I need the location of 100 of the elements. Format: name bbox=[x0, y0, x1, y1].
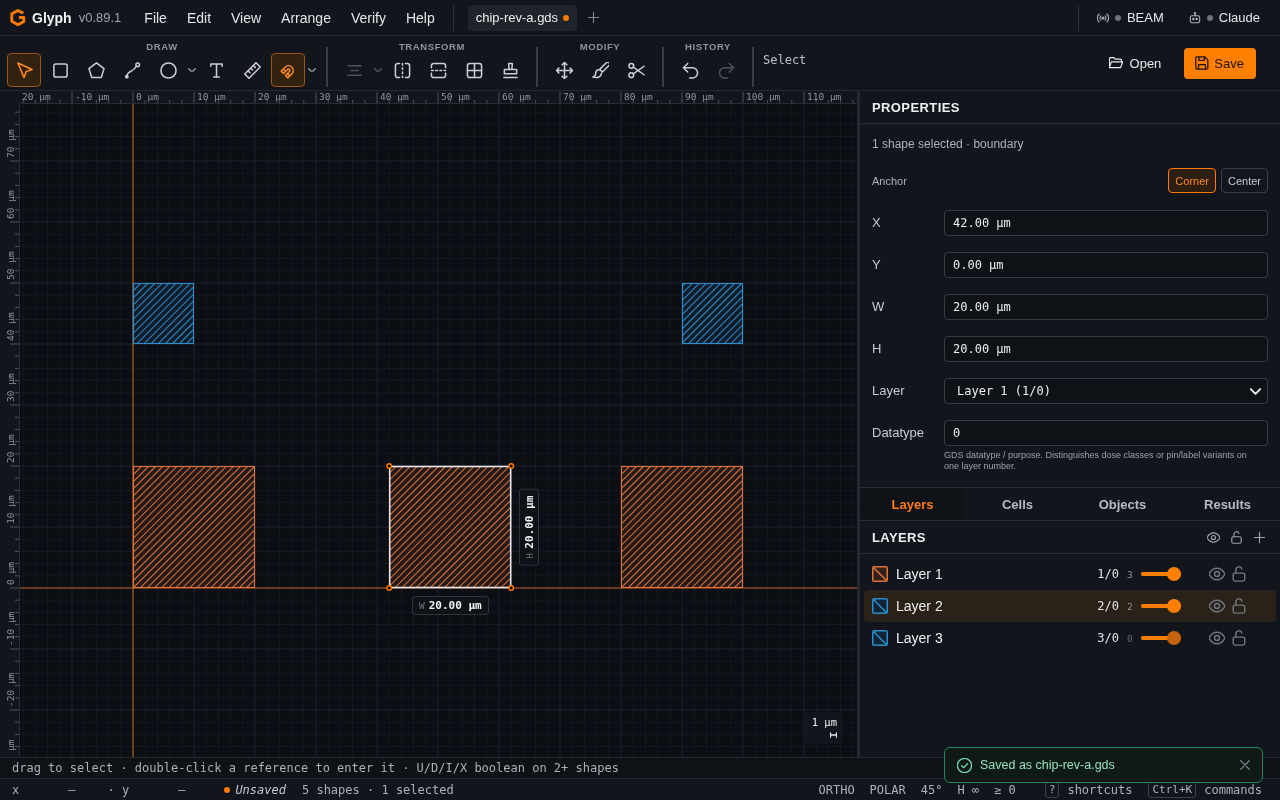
ruler-label: 10 µm bbox=[197, 91, 226, 102]
plus-icon[interactable] bbox=[1253, 530, 1266, 544]
menu-item[interactable]: View bbox=[231, 9, 262, 26]
unlocked-icon[interactable] bbox=[1231, 598, 1247, 614]
tool-mode-label: Select bbox=[763, 53, 807, 67]
resize-handle-icon[interactable] bbox=[386, 585, 393, 591]
field-label: Layer bbox=[872, 382, 906, 400]
app-name: Glyph bbox=[32, 9, 72, 26]
connection-label[interactable]: BEAM bbox=[1126, 10, 1164, 25]
shortcut-label[interactable]: commands bbox=[1204, 782, 1262, 797]
field-label: Datatype bbox=[872, 424, 926, 442]
unlocked-icon[interactable] bbox=[1231, 566, 1247, 582]
slider-thumb[interactable] bbox=[1167, 567, 1181, 581]
field-label: W bbox=[872, 298, 886, 316]
panel-tab[interactable]: Results bbox=[1175, 488, 1280, 520]
resize-handle-icon[interactable] bbox=[386, 463, 393, 469]
open-button[interactable]: Open bbox=[1108, 49, 1162, 77]
menu-item[interactable]: Edit bbox=[186, 9, 211, 26]
ruler-label: 60 µm bbox=[5, 190, 16, 219]
menu-item[interactable]: File bbox=[144, 9, 167, 26]
unlocked-icon[interactable] bbox=[1230, 530, 1243, 544]
ruler-label: 20 µm bbox=[22, 91, 51, 102]
caret-icon bbox=[308, 67, 316, 73]
eye-icon[interactable] bbox=[1209, 566, 1225, 582]
scale-bar-icon bbox=[830, 732, 837, 738]
field-label: X bbox=[872, 214, 882, 232]
panel-tab[interactable]: Objects bbox=[1070, 488, 1175, 520]
status-toggle[interactable]: POLAR bbox=[869, 782, 906, 797]
brush-icon bbox=[591, 61, 609, 79]
resize-handle-icon[interactable] bbox=[508, 463, 515, 469]
close-icon[interactable] bbox=[1240, 760, 1250, 770]
shape-count: 0 bbox=[1127, 632, 1133, 644]
toolbar-group-title: MODIFY bbox=[579, 41, 621, 53]
connection-label[interactable]: Claude bbox=[1218, 10, 1260, 25]
menu-item[interactable]: Verify bbox=[350, 9, 386, 26]
eye-icon[interactable] bbox=[1207, 530, 1220, 544]
eye-icon[interactable] bbox=[1209, 598, 1225, 614]
dimension-prefix: H bbox=[523, 553, 535, 559]
grid-icon bbox=[465, 61, 483, 79]
status-toggle[interactable]: ORTHO bbox=[818, 782, 855, 797]
menu-item[interactable]: Help bbox=[405, 9, 435, 26]
property-field[interactable]: 20.00 µm bbox=[944, 336, 1268, 362]
panel-title: PROPERTIES bbox=[872, 99, 960, 115]
ruler-label: µm bbox=[5, 739, 16, 751]
move-icon bbox=[555, 61, 573, 79]
slider-thumb[interactable] bbox=[1167, 599, 1181, 613]
select-tool-button[interactable] bbox=[7, 53, 41, 87]
property-field[interactable]: 0 bbox=[944, 420, 1268, 446]
ruler-icon bbox=[243, 61, 261, 79]
layer-row[interactable]: Layer 3 3/0 0 bbox=[864, 622, 1276, 654]
snap-toggle-button[interactable] bbox=[271, 53, 305, 87]
ruler-label: 110 µm bbox=[807, 91, 842, 102]
eye-icon[interactable] bbox=[1209, 630, 1225, 646]
selection-count: 5 shapes · 1 selected bbox=[301, 782, 454, 797]
layer-name: Layer 3 bbox=[896, 630, 943, 646]
ruler-label: -10 µm bbox=[5, 611, 16, 646]
broadcast-icon[interactable] bbox=[1096, 11, 1109, 24]
scale-label: 1 µm bbox=[811, 716, 837, 728]
ruler-label: 100 µm bbox=[746, 91, 781, 102]
redo-icon bbox=[717, 61, 735, 79]
layer-row[interactable]: Layer 1 1/0 3 bbox=[864, 558, 1276, 590]
field-label: Y bbox=[872, 256, 882, 274]
panel-tab[interactable]: Layers bbox=[860, 488, 965, 520]
scissors-icon bbox=[627, 61, 645, 79]
ruler-label: 50 µm bbox=[441, 91, 470, 102]
save-button[interactable]: Save bbox=[1184, 47, 1256, 79]
layer-number: 1/0 bbox=[1097, 567, 1119, 581]
field-label: H bbox=[872, 340, 883, 358]
toolbar-group-title: DRAW bbox=[146, 41, 178, 53]
cursor-label: · y bbox=[107, 782, 130, 797]
menu-item[interactable]: Arrange bbox=[281, 9, 331, 26]
caret-icon bbox=[374, 67, 382, 73]
ruler-label: 90 µm bbox=[685, 91, 714, 102]
field-label: Anchor bbox=[872, 174, 907, 187]
anchor-option[interactable]: Center bbox=[1220, 168, 1268, 193]
layer-number: 3/0 bbox=[1097, 631, 1119, 645]
status-toggle[interactable]: 45° bbox=[920, 782, 943, 797]
selection-summary: 1 shape selected · boundary bbox=[872, 137, 1025, 151]
property-field[interactable]: 0.00 µm bbox=[944, 252, 1268, 278]
unlocked-icon[interactable] bbox=[1231, 630, 1247, 646]
property-field[interactable]: 20.00 µm bbox=[944, 294, 1268, 320]
field-hint: GDS datatype / purpose. Distinguishes dose classes or pin/label variants on one layer number. bbox=[944, 450, 1248, 472]
property-field[interactable]: 42.00 µm bbox=[944, 210, 1268, 236]
shortcut-label[interactable]: shortcuts bbox=[1067, 782, 1133, 797]
status-toggle[interactable]: H ∞ bbox=[957, 782, 980, 797]
layer-number: 2/0 bbox=[1097, 599, 1119, 613]
anchor-option[interactable]: Corner bbox=[1168, 168, 1216, 193]
layer-dropdown[interactable]: Layer 1 (1/0) bbox=[944, 378, 1268, 404]
panel-tab[interactable]: Cells bbox=[965, 488, 1070, 520]
toolbar-group-title: HISTORY bbox=[685, 41, 731, 53]
document-tab[interactable]: chip-rev-a.gds bbox=[467, 4, 578, 31]
slider-thumb[interactable] bbox=[1167, 631, 1181, 645]
status-toggle[interactable]: ≥ 0 bbox=[994, 782, 1016, 797]
plus-icon[interactable] bbox=[587, 11, 601, 24]
resize-handle-icon[interactable] bbox=[508, 585, 515, 591]
robot-icon[interactable] bbox=[1188, 11, 1201, 24]
square-icon bbox=[51, 61, 69, 79]
ruler-label: 0 µm bbox=[5, 562, 16, 585]
layer-row[interactable]: Layer 2 2/0 2 bbox=[864, 590, 1276, 622]
save-state: Unsaved bbox=[235, 782, 286, 797]
